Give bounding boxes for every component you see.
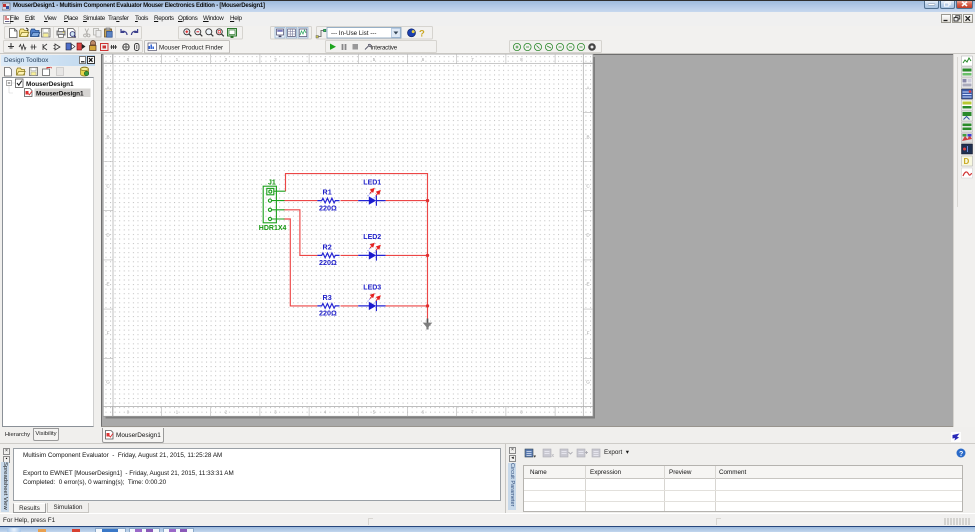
svg-text:J1: J1	[268, 179, 276, 186]
svg-text:R1: R1	[323, 188, 332, 197]
svg-text:Mouser Product Finder: Mouser Product Finder	[159, 44, 223, 51]
svg-text:220Ω: 220Ω	[319, 309, 337, 318]
svg-text:LED3: LED3	[363, 285, 381, 292]
svg-text:?: ?	[419, 29, 425, 40]
svg-text:--- In-Use List ---: --- In-Use List ---	[331, 30, 376, 37]
svg-text:220Ω: 220Ω	[319, 203, 337, 212]
svg-text:Interactive: Interactive	[371, 44, 398, 51]
svg-text:MouserDesign1: MouserDesign1	[36, 91, 84, 98]
svg-text:R2: R2	[323, 243, 332, 252]
svg-text:x: x	[552, 453, 555, 459]
svg-text:R3: R3	[323, 293, 332, 302]
svg-text:LED2: LED2	[363, 234, 381, 241]
svg-text:MouserDesign1: MouserDesign1	[26, 81, 74, 88]
svg-text:LED1: LED1	[363, 179, 381, 186]
svg-text:?: ?	[959, 451, 963, 458]
svg-text:D: D	[964, 157, 970, 166]
svg-text:220Ω: 220Ω	[319, 258, 337, 267]
svg-text:HDR1X4: HDR1X4	[259, 225, 287, 232]
